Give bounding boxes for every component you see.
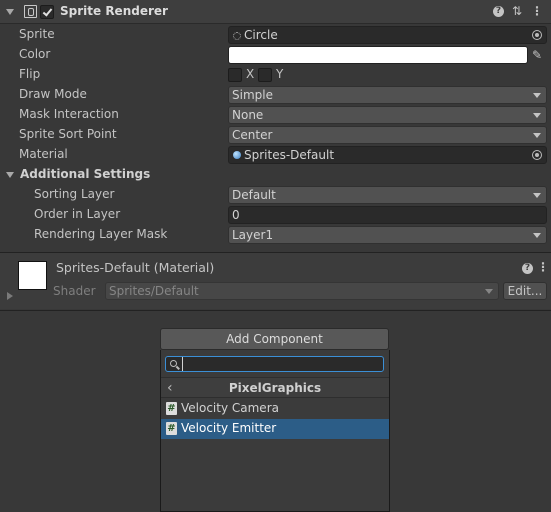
mask-interaction-value: None <box>232 108 264 122</box>
chevron-down-icon <box>533 193 541 198</box>
sprite-sort-point-row: Sprite Sort Point Center <box>0 125 551 145</box>
chevron-down-icon <box>533 93 541 98</box>
rendering-layer-mask-value: Layer1 <box>232 228 274 242</box>
list-item-label: Velocity Emitter <box>181 421 277 435</box>
object-picker-icon[interactable] <box>532 150 542 160</box>
shader-dropdown: Sprites/Default <box>105 282 499 300</box>
sorting-layer-label: Sorting Layer <box>34 187 115 201</box>
list-item-velocity-emitter[interactable]: # Velocity Emitter <box>161 419 389 439</box>
sprite-asset-icon <box>233 32 241 40</box>
search-input[interactable] <box>182 357 380 371</box>
search-icon <box>170 360 177 367</box>
rendering-layer-mask-label: Rendering Layer Mask <box>34 227 168 241</box>
help-icon[interactable]: ? <box>522 263 533 274</box>
draw-mode-label: Draw Mode <box>19 87 87 101</box>
edit-shader-button[interactable]: Edit... <box>503 282 547 300</box>
draw-mode-value: Simple <box>232 88 273 102</box>
add-component-popup: ‹ PixelGraphics # Velocity Camera # Velo… <box>160 350 390 512</box>
flip-label: Flip <box>19 67 41 81</box>
presets-icon[interactable]: ⇅ <box>510 4 524 18</box>
material-label: Material <box>19 147 68 161</box>
order-in-layer-input[interactable]: 0 <box>228 206 547 224</box>
list-item-velocity-camera[interactable]: # Velocity Camera <box>161 399 389 419</box>
sprite-sort-point-value: Center <box>232 128 273 142</box>
sprite-field[interactable]: Circle <box>228 26 547 44</box>
material-preview <box>18 261 47 290</box>
shader-value: Sprites/Default <box>109 284 199 298</box>
draw-mode-dropdown[interactable]: Simple <box>228 86 547 104</box>
sprite-sort-point-dropdown[interactable]: Center <box>228 126 547 144</box>
component-header[interactable]: Sprite Renderer ? ⇅ ⋮ <box>0 0 551 24</box>
mask-interaction-row: Mask Interaction None <box>0 105 551 125</box>
material-row: Material Sprites-Default <box>0 145 551 165</box>
eyedropper-icon[interactable]: ✎ <box>532 48 544 62</box>
more-icon[interactable]: ⋮ <box>536 260 550 274</box>
mask-interaction-label: Mask Interaction <box>19 107 119 121</box>
rendering-layer-mask-dropdown[interactable]: Layer1 <box>228 226 547 244</box>
material-sphere-icon <box>233 151 241 159</box>
add-component-button[interactable]: Add Component <box>160 328 389 350</box>
flip-y-label: Y <box>276 67 284 81</box>
help-icon[interactable]: ? <box>493 6 504 17</box>
chevron-down-icon <box>485 289 493 294</box>
chevron-down-icon <box>533 133 541 138</box>
additional-settings-foldout[interactable]: Additional Settings <box>0 165 551 185</box>
script-icon: # <box>166 422 177 435</box>
foldout-arrow-icon[interactable] <box>6 9 14 15</box>
sprite-label: Sprite <box>19 27 55 41</box>
material-panel: Sprites-Default (Material) ? ⋮ Shader Sp… <box>0 253 551 309</box>
additional-settings-label: Additional Settings <box>20 167 151 181</box>
search-box[interactable] <box>165 356 384 372</box>
flip-y-checkbox[interactable] <box>258 68 272 82</box>
chevron-down-icon <box>533 233 541 238</box>
rendering-layer-mask-row: Rendering Layer Mask Layer1 <box>0 225 551 245</box>
order-in-layer-value: 0 <box>232 208 240 222</box>
flip-x-checkbox[interactable] <box>228 68 242 82</box>
category-title: PixelGraphics <box>228 381 322 395</box>
draw-mode-row: Draw Mode Simple <box>0 85 551 105</box>
foldout-arrow-icon[interactable] <box>6 172 14 178</box>
sprite-renderer-icon <box>24 5 37 18</box>
mask-interaction-dropdown[interactable]: None <box>228 106 547 124</box>
order-in-layer-row: Order in Layer 0 <box>0 205 551 225</box>
sprite-value: Circle <box>244 28 278 42</box>
script-icon: # <box>166 402 177 415</box>
component-title: Sprite Renderer <box>60 4 168 18</box>
more-icon[interactable]: ⋮ <box>530 4 544 18</box>
sorting-layer-dropdown[interactable]: Default <box>228 186 547 204</box>
material-value: Sprites-Default <box>244 148 335 162</box>
category-header: ‹ PixelGraphics <box>161 377 389 398</box>
chevron-down-icon <box>533 113 541 118</box>
shader-label: Shader <box>53 284 96 298</box>
object-picker-icon[interactable] <box>532 30 542 40</box>
flip-x-label: X <box>246 67 255 81</box>
color-row: Color ✎ <box>0 45 551 65</box>
component-enabled-checkbox[interactable] <box>40 5 54 19</box>
material-field[interactable]: Sprites-Default <box>228 146 547 164</box>
list-item-label: Velocity Camera <box>181 401 279 415</box>
color-swatch[interactable] <box>228 46 528 64</box>
sprite-row: Sprite Circle <box>0 25 551 45</box>
sorting-layer-row: Sorting Layer Default <box>0 185 551 205</box>
sprite-sort-point-label: Sprite Sort Point <box>19 127 117 141</box>
foldout-arrow-icon[interactable] <box>7 292 13 300</box>
order-in-layer-label: Order in Layer <box>34 207 121 221</box>
color-label: Color <box>19 47 51 61</box>
material-panel-title: Sprites-Default (Material) <box>56 260 215 275</box>
flip-row: Flip X Y <box>0 65 551 85</box>
sorting-layer-value: Default <box>232 188 276 202</box>
